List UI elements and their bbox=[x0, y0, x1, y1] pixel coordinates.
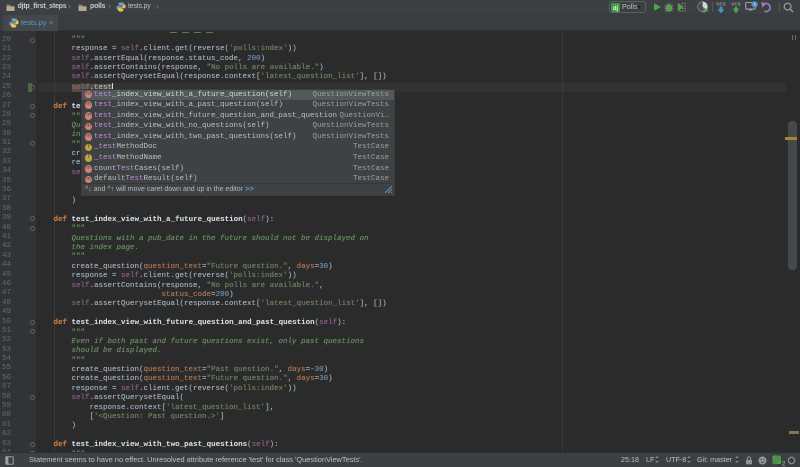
svg-text:VCS: VCS bbox=[716, 1, 725, 6]
svg-text:VCS: VCS bbox=[731, 1, 740, 6]
svg-text:2: 2 bbox=[782, 462, 786, 467]
svg-text:dj: dj bbox=[613, 6, 619, 12]
